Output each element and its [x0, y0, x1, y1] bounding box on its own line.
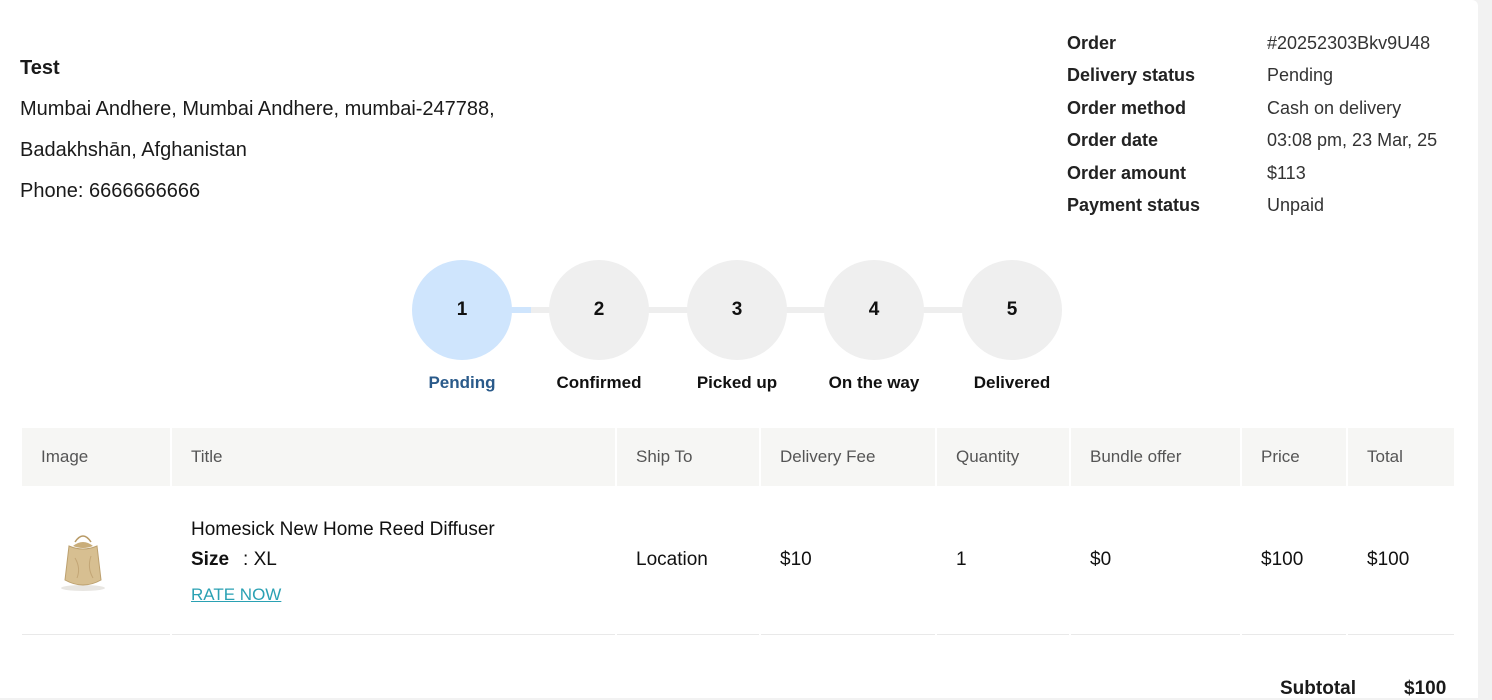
sachet-product-image	[61, 535, 105, 591]
step-pending: 1 Pending	[412, 260, 512, 392]
order-info-row: Order date 03:08 pm, 23 Mar, 25	[1067, 125, 1437, 158]
product-title: Homesick New Home Reed Diffuser	[191, 518, 495, 540]
step-circle: 3	[687, 260, 787, 360]
step-label: Delivered	[973, 373, 1051, 392]
step-confirmed: 2 Confirmed	[549, 260, 649, 392]
customer-phone: Phone: 6666666666	[20, 180, 201, 202]
cell-ship-to: Location	[617, 486, 759, 635]
order-info-row: Order #20252303Bkv9U48	[1067, 27, 1437, 60]
payment-status-value: Unpaid	[1267, 195, 1325, 216]
order-method-label: Order method	[1067, 97, 1187, 118]
customer-address-block: Test Mumbai Andhere, Mumbai Andhere, mum…	[20, 48, 495, 212]
order-info-row: Order method Cash on delivery	[1067, 92, 1437, 125]
header-image: Image	[22, 428, 170, 486]
order-info-row: Delivery status Pending	[1067, 60, 1437, 93]
order-details-card: Test Mumbai Andhere, Mumbai Andhere, mum…	[0, 0, 1478, 700]
order-info-row: Payment status Unpaid	[1067, 190, 1437, 223]
size-value: : XL	[243, 548, 277, 570]
subtotal-label: Subtotal	[1280, 678, 1356, 699]
payment-status-label: Payment status	[1067, 195, 1201, 216]
header-bundle-offer: Bundle offer	[1071, 428, 1240, 486]
order-amount-value: $113	[1267, 162, 1306, 183]
table-header-row: Image Title Ship To Delivery Fee Quantit…	[22, 428, 1454, 486]
cell-total: $100	[1348, 486, 1454, 635]
header-title: Title	[172, 428, 615, 486]
order-date-label: Order date	[1067, 130, 1159, 151]
product-size: Size : XL	[191, 549, 615, 571]
cell-price: $100	[1242, 486, 1346, 635]
customer-name: Test	[20, 57, 60, 79]
order-method-value: Cash on delivery	[1267, 97, 1402, 118]
step-picked-up: 3 Picked up	[687, 260, 787, 392]
subtotal-value: $100	[1404, 678, 1447, 699]
address-line-1: Mumbai Andhere, Mumbai Andhere, mumbai-2…	[20, 98, 495, 120]
cell-delivery-fee: $10	[761, 486, 935, 635]
address-line-2: Badakhshān, Afghanistan	[20, 139, 247, 161]
header-total: Total	[1348, 428, 1454, 486]
step-label: Pending	[428, 373, 496, 392]
size-label: Size	[191, 548, 230, 570]
order-amount-label: Order amount	[1067, 162, 1187, 183]
order-id-value: #20252303Bkv9U48	[1267, 32, 1431, 53]
order-date-value: 03:08 pm, 23 Mar, 25	[1267, 130, 1438, 151]
cell-quantity: 1	[937, 486, 1069, 635]
header-ship-to: Ship To	[617, 428, 759, 486]
step-label: Confirmed	[556, 373, 642, 392]
step-circle: 1	[412, 260, 512, 360]
step-delivered: 5 Delivered	[962, 260, 1062, 392]
order-info-panel: Order #20252303Bkv9U48 Delivery status P…	[1067, 27, 1437, 222]
order-progress-stepper: 1 Pending 2 Confirmed 3 Picked up 4 On t…	[412, 260, 1062, 400]
delivery-status-value: Pending	[1267, 65, 1334, 86]
order-id-label: Order	[1067, 32, 1117, 53]
step-circle: 4	[824, 260, 924, 360]
step-on-the-way: 4 On the way	[824, 260, 924, 392]
cell-image	[22, 486, 170, 635]
header-delivery-fee: Delivery Fee	[761, 428, 935, 486]
table-row: Homesick New Home Reed Diffuser Size : XL…	[22, 486, 1454, 635]
step-circle: 5	[962, 260, 1062, 360]
delivery-status-label: Delivery status	[1067, 65, 1196, 86]
subtotal-row: Subtotal $100	[1280, 678, 1446, 700]
order-info-row: Order amount $113	[1067, 157, 1437, 190]
cell-bundle-offer: $0	[1071, 486, 1240, 635]
step-circle: 2	[549, 260, 649, 360]
header-price: Price	[1242, 428, 1346, 486]
step-label: On the way	[828, 373, 920, 392]
rate-now-link[interactable]: RATE NOW	[191, 585, 281, 605]
order-items-table: Image Title Ship To Delivery Fee Quantit…	[20, 428, 1456, 635]
step-label: Picked up	[696, 373, 778, 392]
header-quantity: Quantity	[937, 428, 1069, 486]
cell-title: Homesick New Home Reed Diffuser Size : XL…	[172, 486, 615, 635]
